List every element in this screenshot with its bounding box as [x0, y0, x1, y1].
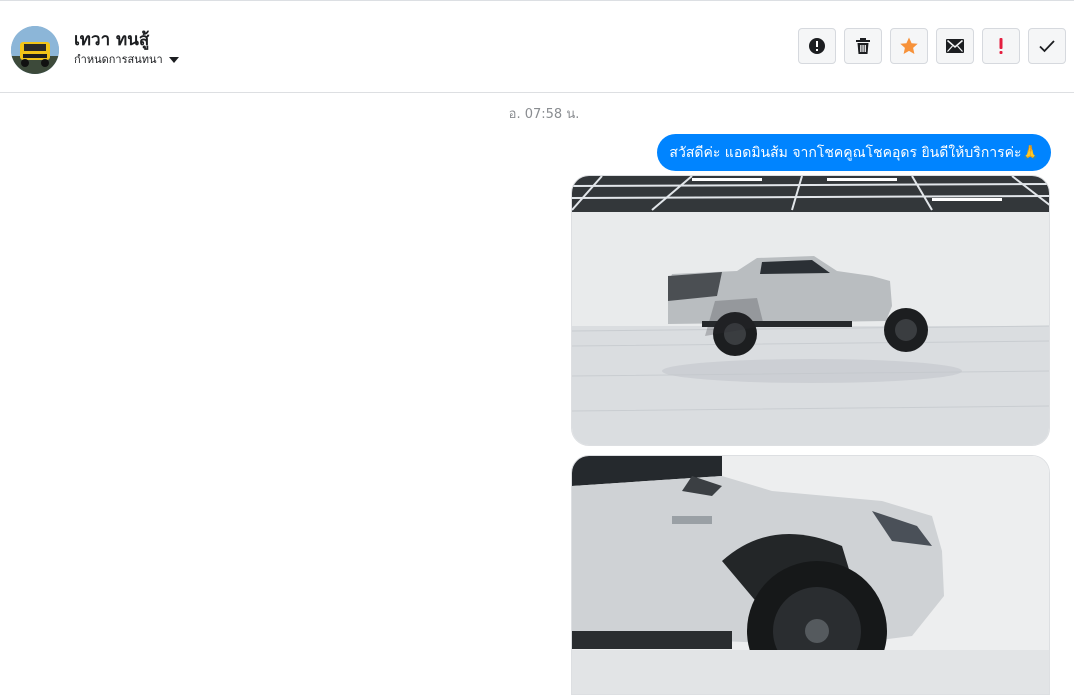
- message-photo-pickup-side[interactable]: [571, 175, 1050, 446]
- mark-unread-button[interactable]: [936, 28, 974, 64]
- alert-circle-icon: [809, 38, 825, 54]
- message-photo-pickup-front-wheel[interactable]: [571, 455, 1050, 695]
- contact-name[interactable]: เทวา ทนสู้: [74, 26, 149, 53]
- star-icon: [900, 37, 918, 54]
- action-toolbar: [798, 28, 1066, 64]
- report-button[interactable]: [798, 28, 836, 64]
- conversation-header: เทวา ทนสู้ กำหนดการสนทนา: [0, 4, 1074, 93]
- mark-done-button[interactable]: [1028, 28, 1066, 64]
- checkmark-icon: [1039, 40, 1055, 53]
- envelope-icon: [946, 39, 964, 53]
- trash-icon: [856, 38, 870, 54]
- exclamation-icon: [999, 38, 1003, 54]
- delete-button[interactable]: [844, 28, 882, 64]
- outgoing-message-bubble[interactable]: สวัสดีค่ะ แอดมินส้ม จากโชคคูณโชคอุดร ยิน…: [657, 134, 1051, 171]
- mark-important-button[interactable]: [982, 28, 1020, 64]
- conversation-schedule-dropdown[interactable]: กำหนดการสนทนา: [74, 50, 179, 68]
- message-timestamp: อ. 07:58 น.: [508, 107, 580, 122]
- caret-down-icon: [168, 57, 179, 63]
- conversation-schedule-label: กำหนดการสนทนา: [74, 53, 163, 66]
- contact-avatar[interactable]: [11, 26, 59, 74]
- star-button[interactable]: [890, 28, 928, 64]
